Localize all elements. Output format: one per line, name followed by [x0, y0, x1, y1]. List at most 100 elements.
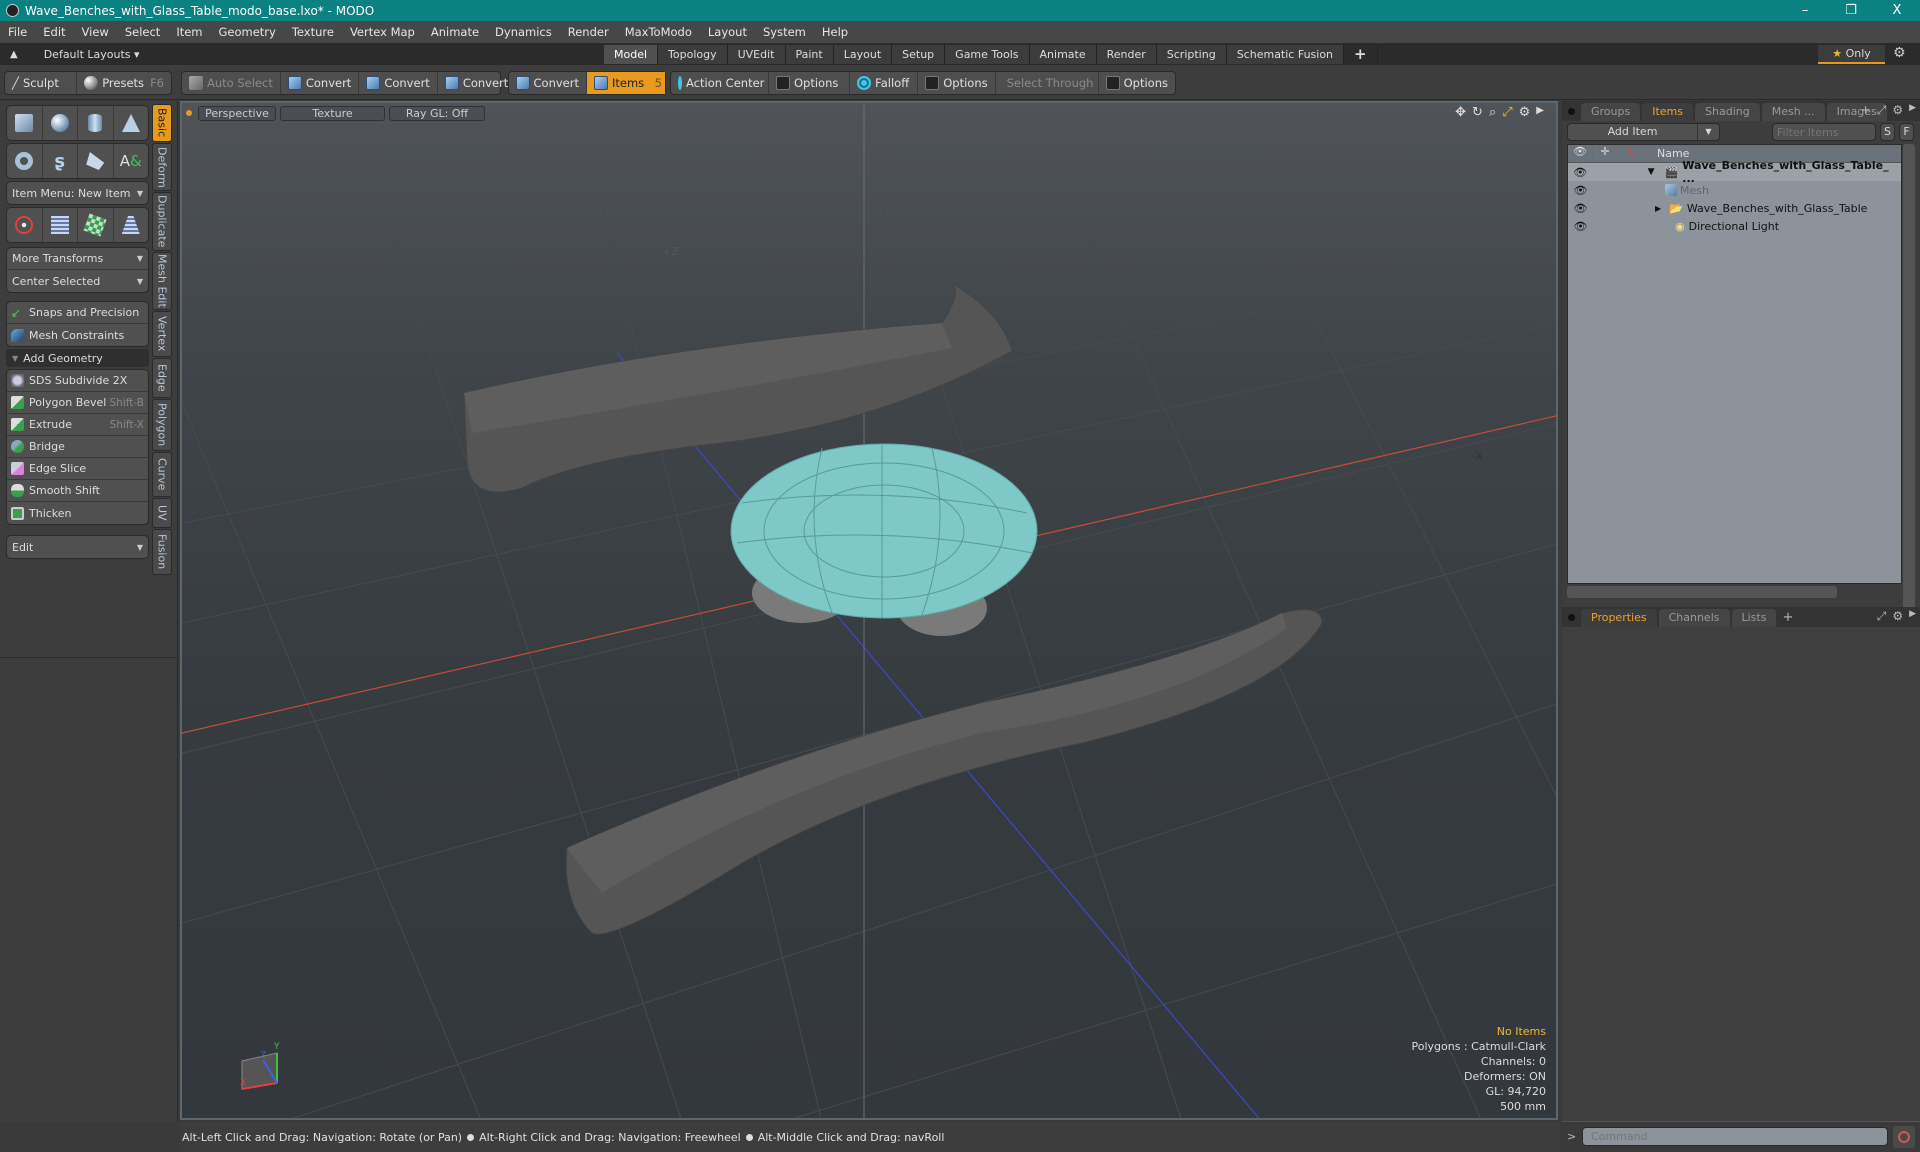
items-scrollbar[interactable]	[1903, 144, 1915, 624]
snaps-precision-button[interactable]: ↙ Snaps and Precision	[7, 302, 148, 324]
menu-vertex-map[interactable]: Vertex Map	[342, 25, 423, 39]
cube-primitive-button[interactable]	[7, 106, 43, 140]
items-horizontal-scrollbar[interactable]	[1567, 586, 1837, 598]
f-button[interactable]: F	[1899, 123, 1914, 141]
tab-animate[interactable]: Animate	[1029, 45, 1097, 64]
menu-geometry[interactable]: Geometry	[211, 25, 284, 39]
shading-mode-dropdown[interactable]: Texture	[280, 105, 385, 121]
falloff-options-button[interactable]: Options	[918, 72, 996, 94]
tab-items[interactable]: Items	[1642, 103, 1694, 121]
eye-icon[interactable]: 👁	[1568, 220, 1593, 233]
expand-arrow-icon[interactable]: ▶	[1909, 103, 1916, 118]
sds-subdivide-button[interactable]: SDS Subdivide 2X	[7, 370, 148, 392]
menu-texture[interactable]: Texture	[284, 25, 342, 39]
add-item-button[interactable]: Add Item ▼	[1567, 123, 1720, 141]
visibility-column-icon[interactable]: 👁	[1568, 145, 1593, 162]
expand-arrow-icon[interactable]: ▶	[1536, 105, 1544, 120]
record-button[interactable]	[1893, 1126, 1915, 1148]
cylinder-primitive-button[interactable]	[78, 106, 114, 140]
vtab-polygon[interactable]: Polygon	[152, 399, 172, 451]
eye-icon[interactable]: 👁	[1568, 202, 1593, 215]
rotate-icon[interactable]: ↻	[1472, 105, 1483, 120]
select-through-options-button[interactable]: Options	[1099, 72, 1175, 94]
zoom-icon[interactable]: ⌕	[1489, 105, 1496, 120]
tree-row-group[interactable]: 👁 ▶ 📂 Wave_Benches_with_Glass_Table	[1568, 199, 1901, 217]
tab-scripting[interactable]: Scripting	[1156, 45, 1227, 64]
eye-icon[interactable]: 👁	[1568, 166, 1593, 179]
minimize-button[interactable]: –	[1782, 0, 1828, 21]
tree-row-scene[interactable]: 👁 ▼ 🎬 Wave_Benches_with_Glass_Table_ ...	[1568, 159, 1901, 185]
vtab-curve[interactable]: Curve	[152, 452, 172, 497]
gear-icon[interactable]: ⚙	[1892, 103, 1903, 118]
tab-uvedit[interactable]: UVEdit	[727, 45, 786, 64]
collapse-triangle-icon[interactable]: ▼	[1648, 167, 1655, 177]
thicken-button[interactable]: Thicken	[7, 502, 148, 524]
menu-item[interactable]: Item	[168, 25, 210, 39]
tab-schematic-fusion[interactable]: Schematic Fusion	[1226, 45, 1345, 64]
default-layouts-dropdown[interactable]: Default Layouts ▾	[44, 48, 140, 61]
convert-edges-button[interactable]: Convert	[359, 72, 438, 94]
extrude-button[interactable]: Extrude Shift-X	[7, 414, 148, 436]
vtab-duplicate[interactable]: Duplicate	[152, 192, 172, 251]
action-center-options-button[interactable]: Options	[769, 72, 851, 94]
vtab-vertex[interactable]: Vertex	[152, 311, 172, 357]
presets-button[interactable]: Presets F6	[77, 72, 171, 94]
layout-up-arrow-icon[interactable]: ▲	[10, 49, 18, 60]
menu-view[interactable]: View	[74, 25, 117, 39]
view-mode-dropdown[interactable]: Perspective	[198, 105, 276, 121]
maximize-icon[interactable]: ⤢	[1877, 609, 1887, 624]
cone-primitive-button[interactable]	[114, 106, 149, 140]
gear-icon[interactable]: ⚙	[1519, 105, 1531, 120]
tab-paint[interactable]: Paint	[785, 45, 834, 64]
tab-channels[interactable]: Channels	[1658, 609, 1730, 627]
tab-shading[interactable]: Shading	[1695, 103, 1760, 121]
tab-groups[interactable]: Groups	[1581, 103, 1641, 121]
axis-column-icon[interactable]: ⅄	[1618, 145, 1643, 162]
tab-setup[interactable]: Setup	[892, 45, 946, 64]
viewport-menu-dot-icon[interactable]	[186, 110, 192, 116]
maximize-icon[interactable]: ⤢	[1877, 103, 1887, 118]
polygon-bevel-button[interactable]: Polygon Bevel Shift-B	[7, 392, 148, 414]
sculpt-button[interactable]: ╱ Sculpt	[5, 72, 78, 94]
grid-deform-button[interactable]	[43, 208, 78, 242]
gear-icon[interactable]: ⚙	[1893, 45, 1906, 61]
add-geometry-section[interactable]: ▼ Add Geometry	[6, 349, 149, 367]
text-tool-button[interactable]: A&	[114, 144, 149, 178]
panel-menu-dot-icon[interactable]	[1568, 614, 1575, 621]
panel-menu-dot-icon[interactable]	[1568, 108, 1575, 115]
menu-select[interactable]: Select	[117, 25, 168, 39]
vtab-fusion[interactable]: Fusion	[152, 529, 172, 575]
gear-icon[interactable]: ⚙	[1892, 609, 1903, 624]
tab-properties[interactable]: Properties	[1581, 609, 1657, 627]
3d-viewport[interactable]: +Z -X X Y Z Perspective Texture Ray GL: …	[180, 101, 1558, 1120]
tab-topology[interactable]: Topology	[658, 45, 728, 64]
convert-vertices-button[interactable]: Convert	[281, 72, 360, 94]
add-tab-button[interactable]: +	[1344, 45, 1378, 64]
tab-layout[interactable]: Layout	[833, 45, 893, 64]
transform-button[interactable]	[7, 208, 43, 242]
menu-edit[interactable]: Edit	[35, 25, 73, 39]
tab-mesh[interactable]: Mesh ...	[1761, 103, 1825, 121]
tab-model[interactable]: Model	[604, 45, 659, 64]
menu-layout[interactable]: Layout	[700, 25, 755, 39]
maximize-icon[interactable]: ⤢	[1502, 105, 1512, 120]
vtab-mesh-edit[interactable]: Mesh Edit	[152, 252, 172, 310]
more-transforms-dropdown[interactable]: More Transforms ▼	[7, 248, 148, 270]
vtab-uv[interactable]: UV	[152, 498, 172, 528]
eye-icon[interactable]: 👁	[1568, 184, 1593, 197]
menu-animate[interactable]: Animate	[423, 25, 487, 39]
auto-select-button[interactable]: Auto Select	[182, 72, 281, 94]
falloff-button[interactable]: Falloff	[850, 72, 919, 94]
add-tab-icon[interactable]: +	[1861, 103, 1871, 118]
raygl-dropdown[interactable]: Ray GL: Off	[389, 105, 485, 121]
vtab-basic[interactable]: Basic	[152, 104, 172, 142]
tab-lists[interactable]: Lists	[1731, 609, 1777, 627]
only-toggle[interactable]: ★ Only	[1818, 45, 1885, 64]
convert-materials-button[interactable]: Convert	[509, 72, 587, 94]
tab-render[interactable]: Render	[1096, 45, 1157, 64]
menu-file[interactable]: File	[0, 25, 35, 39]
add-tab-icon[interactable]: +	[1782, 610, 1793, 625]
edit-dropdown[interactable]: Edit ▼	[7, 536, 148, 558]
restore-button[interactable]: ❐	[1828, 0, 1874, 21]
command-input[interactable]	[1582, 1127, 1888, 1146]
